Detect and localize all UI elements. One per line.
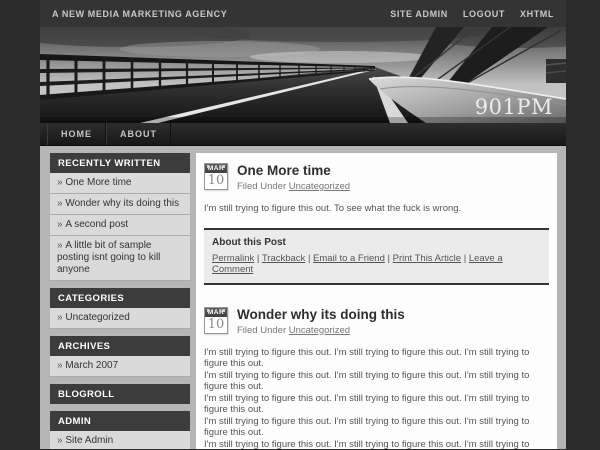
sidebar-item-site-admin[interactable]: Site Admin [50,431,190,449]
about-links: Permalink Trackback Email to a Friend Pr… [212,253,541,275]
sidebar-section-recently-written: RECENTLY WRITTEN One More time Wonder wh… [50,153,190,281]
permalink-link[interactable]: Permalink [212,253,254,264]
post-title-block: One More time Filed Under Uncategorized [237,163,350,192]
sidebar-section-archives: ARCHIVES March 2007 [50,336,190,377]
content-area: RECENTLY WRITTEN One More time Wonder wh… [40,146,566,449]
sidebar: RECENTLY WRITTEN One More time Wonder wh… [50,153,190,449]
agency-tagline: A NEW MEDIA MARKETING AGENCY [52,9,227,19]
calendar-month: MAR [205,164,227,173]
category-link[interactable]: Uncategorized [289,325,350,336]
post-body: I'm still trying to figure this out. I'm… [204,347,549,450]
sidebar-item-wonder-why[interactable]: Wonder why its doing this [50,194,190,215]
posts-column: MAR 10 One More time Filed Under Uncateg… [196,153,557,449]
sidebar-section-blogroll: BLOGROLL [50,384,190,404]
sidebar-heading: ARCHIVES [50,336,190,356]
sidebar-heading: CATEGORIES [50,288,190,308]
trackback-link[interactable]: Trackback [262,253,305,264]
sidebar-heading: BLOGROLL [50,384,190,404]
sidebar-item-one-more-time[interactable]: One More time [50,173,190,194]
header-banner: 901PM [40,27,566,123]
sidebar-section-admin: ADMIN Site Admin Logout Wordpress XHTML [50,411,190,449]
post-header: MAR 10 One More time Filed Under Uncateg… [204,163,549,192]
post-title[interactable]: One More time [237,163,350,178]
top-bar-links: SITE ADMIN LOGOUT XHTML [390,9,554,19]
calendar-day: 10 [205,317,227,333]
sidebar-item-a-little-bit[interactable]: A little bit of sample posting isnt goin… [50,236,190,281]
post-body: I'm still trying to figure this out. To … [204,203,549,215]
top-bar: A NEW MEDIA MARKETING AGENCY SITE ADMIN … [40,0,566,27]
email-to-friend-link[interactable]: Email to a Friend [313,253,385,264]
category-link[interactable]: Uncategorized [289,181,350,192]
post-header: MAR 10 Wonder why its doing this Filed U… [204,307,549,336]
calendar-month: MAR [205,308,227,317]
nav-item-about[interactable]: ABOUT [106,123,171,145]
about-this-post-box: About this Post Permalink Trackback Emai… [204,228,549,285]
calendar-icon: MAR 10 [204,307,228,334]
print-article-link[interactable]: Print This Article [393,253,461,264]
sidebar-item-a-second-post[interactable]: A second post [50,215,190,236]
site-admin-link[interactable]: SITE ADMIN [390,9,448,19]
sidebar-heading: ADMIN [50,411,190,431]
calendar-day: 10 [205,173,227,189]
xhtml-link[interactable]: XHTML [520,9,554,19]
logout-link[interactable]: LOGOUT [463,9,505,19]
post-wonder-why: MAR 10 Wonder why its doing this Filed U… [204,307,549,450]
calendar-icon: MAR 10 [204,163,228,190]
filed-under: Filed Under Uncategorized [237,181,350,192]
sidebar-heading: RECENTLY WRITTEN [50,153,190,173]
site-title[interactable]: 901PM [475,95,553,119]
sidebar-item-uncategorized[interactable]: Uncategorized [50,308,190,329]
post-title-block: Wonder why its doing this Filed Under Un… [237,307,405,336]
post-title[interactable]: Wonder why its doing this [237,307,405,322]
about-title: About this Post [212,237,541,248]
main-nav: HOME ABOUT [40,123,566,146]
sidebar-item-march-2007[interactable]: March 2007 [50,356,190,377]
nav-item-home[interactable]: HOME [47,123,106,145]
filed-under: Filed Under Uncategorized [237,325,405,336]
sidebar-section-categories: CATEGORIES Uncategorized [50,288,190,329]
post-one-more-time: MAR 10 One More time Filed Under Uncateg… [204,163,549,285]
page-wrapper: A NEW MEDIA MARKETING AGENCY SITE ADMIN … [40,0,566,449]
